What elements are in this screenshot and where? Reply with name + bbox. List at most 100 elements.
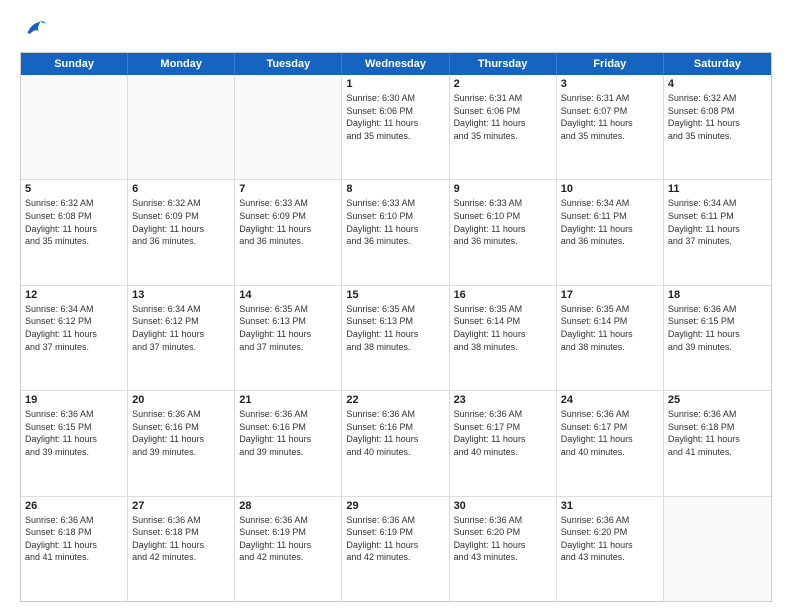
cal-week-3: 12 Sunrise: 6:34 AM Sunset: 6:12 PM Dayli…: [21, 286, 771, 391]
cal-cell: 15 Sunrise: 6:35 AM Sunset: 6:13 PM Dayli…: [342, 286, 449, 390]
cal-cell: 28Sunrise: 6:36 AM Sunset: 6:19 PM Dayli…: [235, 497, 342, 601]
day-info: Sunrise: 6:31 AM Sunset: 6:06 PM Dayligh…: [454, 92, 552, 142]
logo-bird-icon: [20, 16, 48, 44]
cal-cell: 9Sunrise: 6:33 AM Sunset: 6:10 PM Daylig…: [450, 180, 557, 284]
day-number: 16: [454, 289, 552, 301]
cal-cell: 18 Sunrise: 6:36 AM Sunset: 6:15 PM Dayli…: [664, 286, 771, 390]
day-info: Sunrise: 6:36 AM Sunset: 6:18 PM Dayligh…: [668, 408, 767, 458]
cal-header-monday: Monday: [128, 53, 235, 75]
day-info: Sunrise: 6:36 AM Sunset: 6:15 PM Dayligh…: [668, 303, 767, 353]
day-info: Sunrise: 6:36 AM Sunset: 6:16 PM Dayligh…: [132, 408, 230, 458]
day-number: 1: [346, 78, 444, 90]
day-number: 4: [668, 78, 767, 90]
day-number: 25: [668, 394, 767, 406]
day-info: Sunrise: 6:32 AM Sunset: 6:08 PM Dayligh…: [25, 197, 123, 247]
day-info: Sunrise: 6:36 AM Sunset: 6:15 PM Dayligh…: [25, 408, 123, 458]
cal-cell: [128, 75, 235, 179]
cal-cell: 2 Sunrise: 6:31 AM Sunset: 6:06 PM Daylig…: [450, 75, 557, 179]
cal-cell: 14 Sunrise: 6:35 AM Sunset: 6:13 PM Dayli…: [235, 286, 342, 390]
cal-cell: 10 Sunrise: 6:34 AM Sunset: 6:11 PM Dayli…: [557, 180, 664, 284]
day-info: Sunrise: 6:36 AM Sunset: 6:19 PM Dayligh…: [346, 514, 444, 564]
day-info: Sunrise: 6:36 AM Sunset: 6:20 PM Dayligh…: [561, 514, 659, 564]
day-number: 20: [132, 394, 230, 406]
day-info: Sunrise: 6:34 AM Sunset: 6:11 PM Dayligh…: [668, 197, 767, 247]
day-info: Sunrise: 6:36 AM Sunset: 6:18 PM Dayligh…: [25, 514, 123, 564]
cal-week-1: 1 Sunrise: 6:30 AM Sunset: 6:06 PM Daylig…: [21, 75, 771, 180]
day-info: Sunrise: 6:35 AM Sunset: 6:14 PM Dayligh…: [454, 303, 552, 353]
day-number: 26: [25, 500, 123, 512]
day-number: 19: [25, 394, 123, 406]
day-info: Sunrise: 6:36 AM Sunset: 6:16 PM Dayligh…: [346, 408, 444, 458]
calendar-header-row: SundayMondayTuesdayWednesdayThursdayFrid…: [21, 53, 771, 75]
cal-cell: 22 Sunrise: 6:36 AM Sunset: 6:16 PM Dayli…: [342, 391, 449, 495]
cal-header-thursday: Thursday: [450, 53, 557, 75]
day-info: Sunrise: 6:32 AM Sunset: 6:08 PM Dayligh…: [668, 92, 767, 142]
day-number: 8: [346, 183, 444, 195]
day-number: 3: [561, 78, 659, 90]
day-number: 11: [668, 183, 767, 195]
cal-cell: 13 Sunrise: 6:34 AM Sunset: 6:12 PM Dayli…: [128, 286, 235, 390]
cal-cell: 19 Sunrise: 6:36 AM Sunset: 6:15 PM Dayli…: [21, 391, 128, 495]
day-number: 21: [239, 394, 337, 406]
cal-header-sunday: Sunday: [21, 53, 128, 75]
day-info: Sunrise: 6:36 AM Sunset: 6:17 PM Dayligh…: [454, 408, 552, 458]
day-info: Sunrise: 6:31 AM Sunset: 6:07 PM Dayligh…: [561, 92, 659, 142]
cal-week-2: 5 Sunrise: 6:32 AM Sunset: 6:08 PM Daylig…: [21, 180, 771, 285]
day-info: Sunrise: 6:36 AM Sunset: 6:18 PM Dayligh…: [132, 514, 230, 564]
day-info: Sunrise: 6:33 AM Sunset: 6:09 PM Dayligh…: [239, 197, 337, 247]
day-info: Sunrise: 6:36 AM Sunset: 6:20 PM Dayligh…: [454, 514, 552, 564]
day-number: 18: [668, 289, 767, 301]
day-number: 24: [561, 394, 659, 406]
day-number: 10: [561, 183, 659, 195]
cal-cell: 5 Sunrise: 6:32 AM Sunset: 6:08 PM Daylig…: [21, 180, 128, 284]
day-info: Sunrise: 6:32 AM Sunset: 6:09 PM Dayligh…: [132, 197, 230, 247]
day-number: 15: [346, 289, 444, 301]
cal-cell: 16 Sunrise: 6:35 AM Sunset: 6:14 PM Dayli…: [450, 286, 557, 390]
cal-cell: [21, 75, 128, 179]
day-number: 29: [346, 500, 444, 512]
cal-cell: 24 Sunrise: 6:36 AM Sunset: 6:17 PM Dayli…: [557, 391, 664, 495]
day-info: Sunrise: 6:35 AM Sunset: 6:13 PM Dayligh…: [239, 303, 337, 353]
day-number: 28: [239, 500, 337, 512]
day-number: 27: [132, 500, 230, 512]
cal-header-friday: Friday: [557, 53, 664, 75]
cal-cell: 30 Sunrise: 6:36 AM Sunset: 6:20 PM Dayli…: [450, 497, 557, 601]
day-number: 5: [25, 183, 123, 195]
cal-cell: 26 Sunrise: 6:36 AM Sunset: 6:18 PM Dayli…: [21, 497, 128, 601]
cal-cell: 8 Sunrise: 6:33 AM Sunset: 6:10 PM Daylig…: [342, 180, 449, 284]
day-info: Sunrise: 6:35 AM Sunset: 6:13 PM Dayligh…: [346, 303, 444, 353]
day-number: 13: [132, 289, 230, 301]
cal-header-wednesday: Wednesday: [342, 53, 449, 75]
day-number: 6: [132, 183, 230, 195]
cal-cell: 17Sunrise: 6:35 AM Sunset: 6:14 PM Dayli…: [557, 286, 664, 390]
cal-cell: 20 Sunrise: 6:36 AM Sunset: 6:16 PM Dayli…: [128, 391, 235, 495]
day-info: Sunrise: 6:34 AM Sunset: 6:12 PM Dayligh…: [25, 303, 123, 353]
header: [20, 16, 772, 44]
cal-header-tuesday: Tuesday: [235, 53, 342, 75]
day-number: 12: [25, 289, 123, 301]
cal-cell: 27 Sunrise: 6:36 AM Sunset: 6:18 PM Dayli…: [128, 497, 235, 601]
cal-cell: 12 Sunrise: 6:34 AM Sunset: 6:12 PM Dayli…: [21, 286, 128, 390]
day-number: 17: [561, 289, 659, 301]
day-info: Sunrise: 6:30 AM Sunset: 6:06 PM Dayligh…: [346, 92, 444, 142]
day-number: 30: [454, 500, 552, 512]
cal-cell: [235, 75, 342, 179]
day-info: Sunrise: 6:33 AM Sunset: 6:10 PM Dayligh…: [346, 197, 444, 247]
day-info: Sunrise: 6:33 AM Sunset: 6:10 PM Dayligh…: [454, 197, 552, 247]
cal-header-saturday: Saturday: [664, 53, 771, 75]
cal-cell: 11 Sunrise: 6:34 AM Sunset: 6:11 PM Dayli…: [664, 180, 771, 284]
day-number: 22: [346, 394, 444, 406]
day-info: Sunrise: 6:36 AM Sunset: 6:17 PM Dayligh…: [561, 408, 659, 458]
cal-week-5: 26 Sunrise: 6:36 AM Sunset: 6:18 PM Dayli…: [21, 497, 771, 601]
day-number: 14: [239, 289, 337, 301]
day-info: Sunrise: 6:34 AM Sunset: 6:12 PM Dayligh…: [132, 303, 230, 353]
day-info: Sunrise: 6:36 AM Sunset: 6:16 PM Dayligh…: [239, 408, 337, 458]
calendar-body: 1 Sunrise: 6:30 AM Sunset: 6:06 PM Daylig…: [21, 75, 771, 601]
day-number: 23: [454, 394, 552, 406]
cal-cell: 3 Sunrise: 6:31 AM Sunset: 6:07 PM Daylig…: [557, 75, 664, 179]
day-info: Sunrise: 6:34 AM Sunset: 6:11 PM Dayligh…: [561, 197, 659, 247]
cal-cell: 6 Sunrise: 6:32 AM Sunset: 6:09 PM Daylig…: [128, 180, 235, 284]
cal-cell: 7Sunrise: 6:33 AM Sunset: 6:09 PM Daylig…: [235, 180, 342, 284]
day-number: 2: [454, 78, 552, 90]
cal-cell: 23 Sunrise: 6:36 AM Sunset: 6:17 PM Dayli…: [450, 391, 557, 495]
